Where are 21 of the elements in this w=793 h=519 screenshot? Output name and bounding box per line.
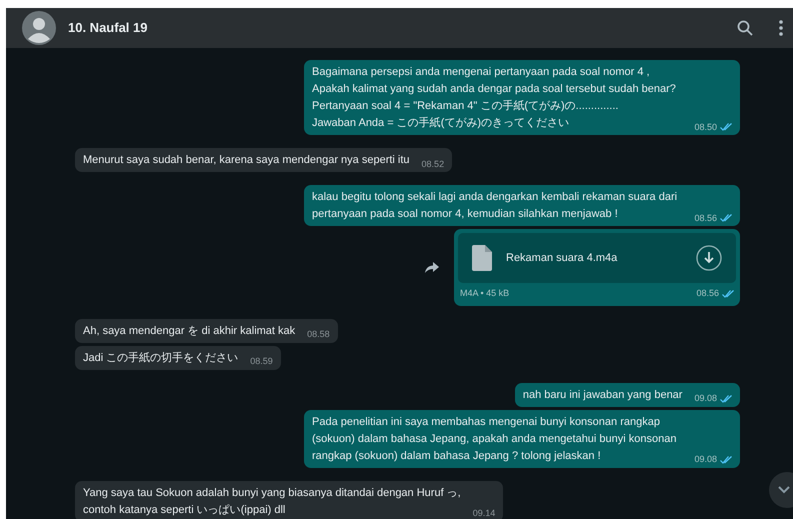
- message-text: Jadi この手紙の切手をください: [83, 350, 238, 366]
- message-time: 08.59: [250, 355, 273, 368]
- message-time: 09.08: [694, 453, 717, 466]
- file-name: Rekaman suara 4.m4a: [506, 250, 618, 266]
- message-text: kalau begitu tolong sekali lagi anda dengarkan kembali rekaman suara dari pertanyaan pada soal nomor 4, kemudian silahkan menjawab !: [312, 190, 678, 222]
- message-time: 08.52: [422, 158, 444, 170]
- file-attachment[interactable]: Rekaman suara 4.m4a: [458, 233, 736, 283]
- file-info: M4A • 45 kB: [460, 287, 510, 300]
- message-time: 09.08: [694, 392, 717, 405]
- message-text: Pada penelitian ini saya membahas mengenai bunyi konsonan rangkap (sokuon) dalam bahasa Jepang, apakah anda mengetahui bunyi konsonan rangkap (sokuon) dalam bahasa Jepang ? tolong jelaskan !: [312, 414, 678, 464]
- message-text: nah baru ini jawaban yang benar: [522, 388, 682, 402]
- message-time: 08.56: [694, 212, 717, 224]
- contact-name[interactable]: 10. Naufal 19: [68, 18, 148, 38]
- message-text: Yang saya tau Sokuon adalah bunyi yang biasanya ditandai dengan Huruf っ, contoh katanya seperti いっぱい(ippai) dll: [83, 486, 461, 518]
- message-time: 08.58: [307, 328, 330, 341]
- message-text: Ah, saya mendengar を di akhir kalimat kak: [83, 324, 296, 338]
- message-time: 09.14: [472, 507, 496, 519]
- message-time: 08.50: [694, 120, 717, 134]
- message-text: Bagaimana persepsi anda mengenai pertanyaan pada soal nomor 4 , Apakah kalimat yang sudah anda dengar pada soal tersebut sudah benar? Pertanyaan soal 4 = "Rekaman 4" この手紙(てがみ)の.............. Jawaban Anda = この手紙(てがみ)のきってください: [312, 65, 677, 131]
- message-time: 08.56: [696, 287, 719, 300]
- message-text: Menurut saya sudah benar, karena saya mendengar nya seperti itu: [83, 153, 410, 168]
